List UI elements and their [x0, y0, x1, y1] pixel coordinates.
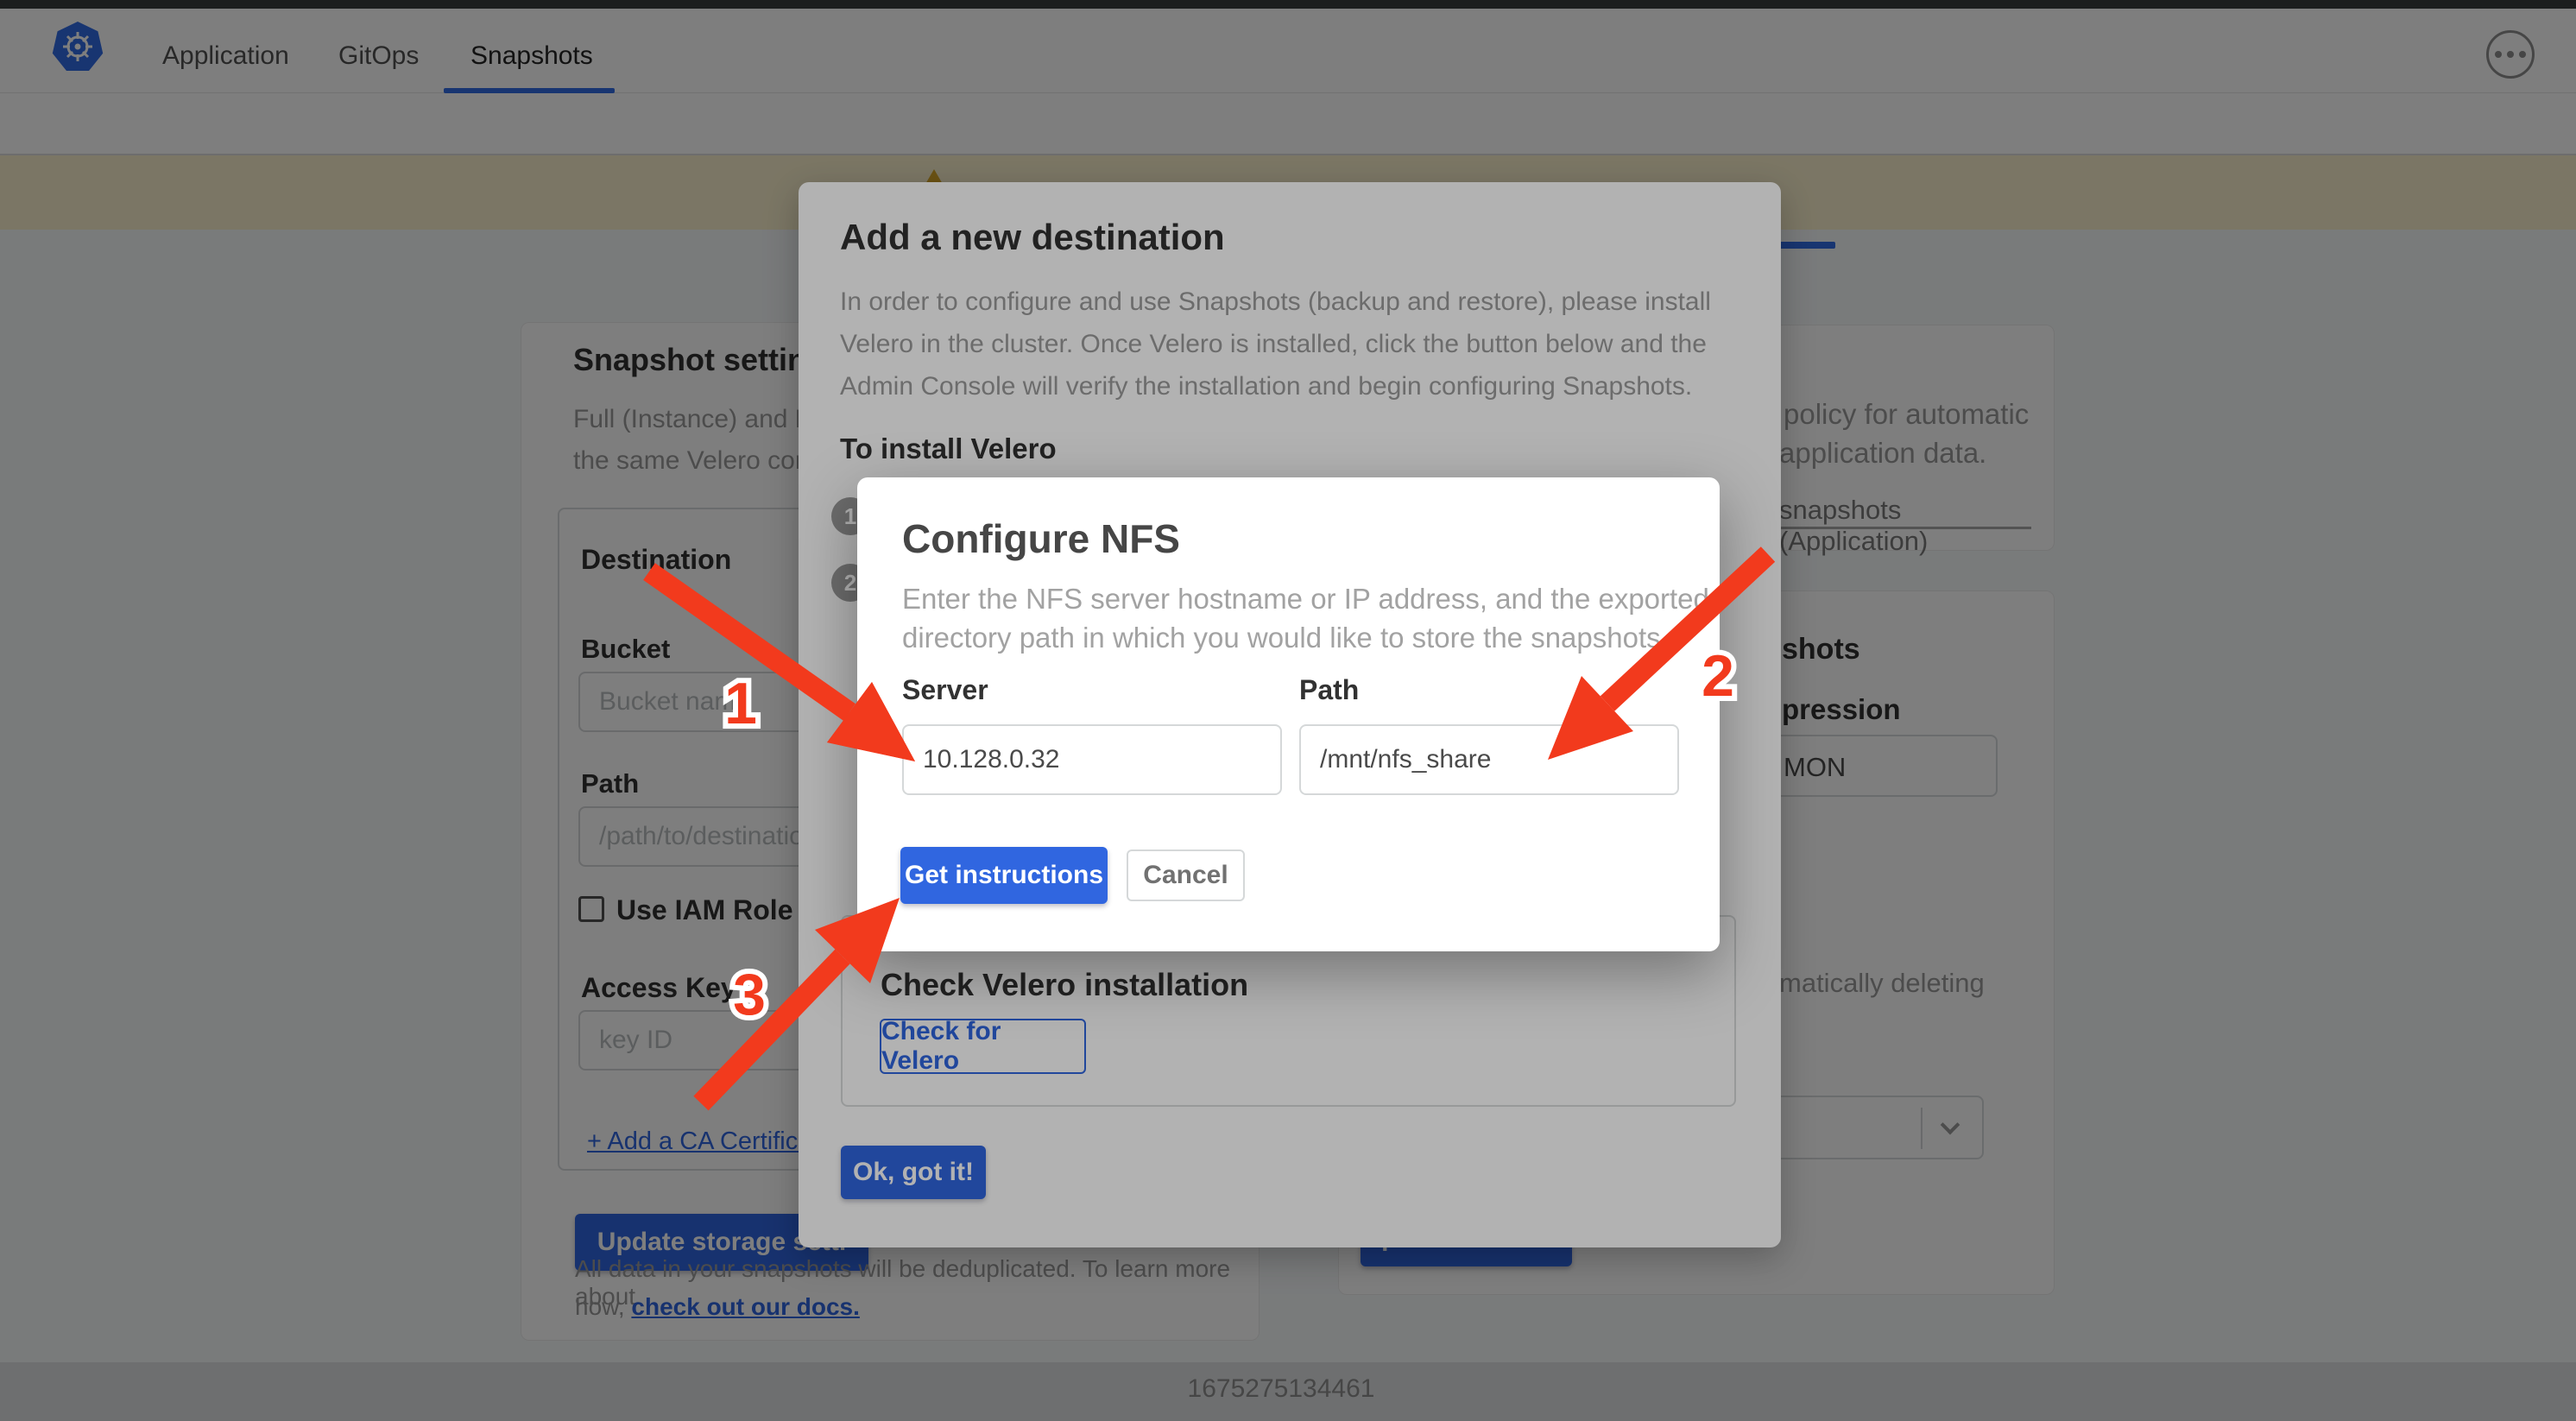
screen: Application GitOps Snapshots Full Snapsh… — [0, 0, 2576, 1421]
cancel-button[interactable]: Cancel — [1127, 849, 1245, 901]
nfs-path-label: Path — [1299, 674, 1359, 706]
nfs-server-label: Server — [902, 674, 988, 706]
configure-nfs-modal: Configure NFS Enter the NFS server hostn… — [857, 477, 1720, 951]
configure-nfs-title: Configure NFS — [902, 515, 1180, 562]
nfs-path-input[interactable] — [1299, 724, 1679, 795]
get-instructions-button[interactable]: Get instructions — [900, 847, 1108, 904]
nfs-desc-line2: directory path in which you would like t… — [902, 622, 1669, 654]
nfs-desc-line1: Enter the NFS server hostname or IP addr… — [902, 583, 1709, 616]
nfs-server-input[interactable] — [902, 724, 1282, 795]
